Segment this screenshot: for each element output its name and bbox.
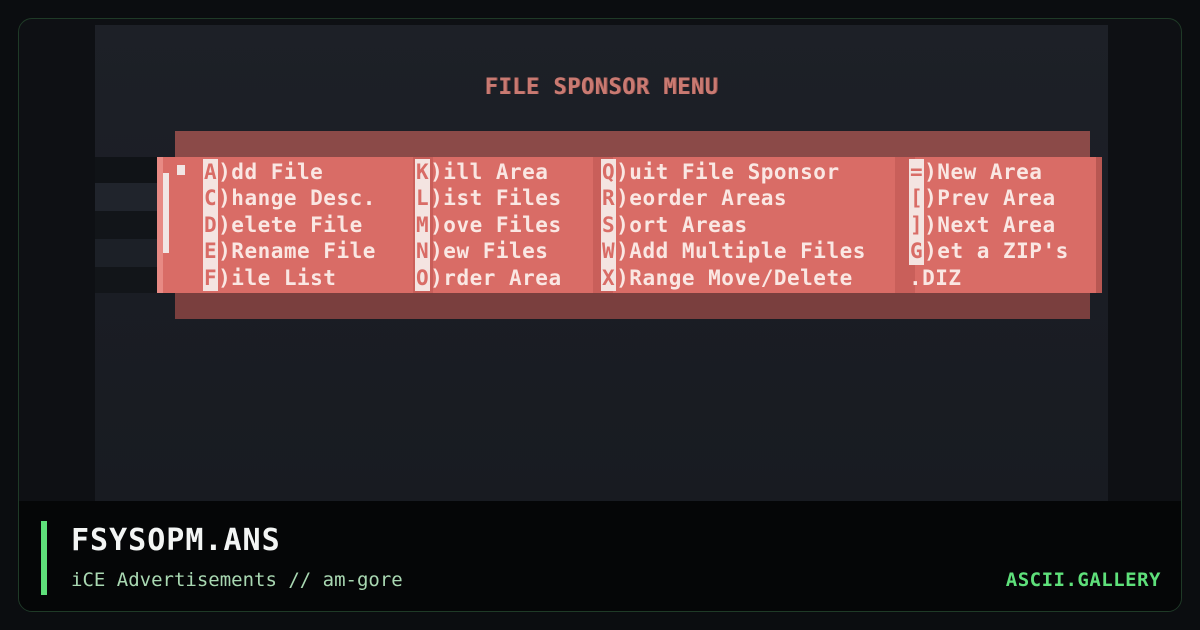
left-stripe	[95, 239, 157, 267]
menu-item-label: )Add Multiple Files	[616, 239, 866, 264]
menu-item-continuation: .DIZ	[909, 265, 1069, 291]
menu-title: FILE SPONSOR MENU	[484, 75, 719, 100]
menu-column-4: =)New Area [)Prev Area ])Next Area G)et …	[909, 159, 1069, 291]
hotkey: L	[415, 185, 431, 212]
menu-item-label: )New Area	[924, 160, 1043, 184]
left-stripe	[95, 211, 157, 239]
menu-item-label: )Next Area	[924, 212, 1056, 237]
hotkey: E	[203, 238, 219, 265]
site-brand[interactable]: ASCII.GALLERY	[1006, 569, 1161, 591]
menu-item-label: )hange Desc.	[218, 186, 376, 211]
menu-item-label: )ile List	[218, 265, 337, 290]
menu-item-label: )ill Area	[430, 160, 549, 184]
menu-item-label: )et a ZIP's	[924, 239, 1069, 264]
menu-column-1: A)dd File C)hange Desc. D)elete File E)R…	[203, 159, 376, 291]
hotkey: R	[601, 185, 617, 212]
cursor-bar	[163, 173, 169, 253]
artwork-credits: iCE Advertisements // am-gore	[71, 569, 403, 591]
ansi-screen: FILE SPONSOR MENU A)dd File C)hange Desc…	[95, 25, 1108, 501]
caption-bar: FSYSOPM.ANS iCE Advertisements // am-gor…	[19, 501, 1181, 611]
menu-item-label: )uit File Sponsor	[616, 160, 840, 184]
menu-item-label: )rder Area	[430, 265, 562, 290]
menu-item[interactable]: O)rder Area	[415, 264, 562, 291]
menu-item[interactable]: X)Range Move/Delete	[601, 264, 866, 291]
hotkey: [	[909, 185, 925, 212]
menu-item[interactable]: C)hange Desc.	[203, 185, 376, 212]
cursor-marker	[177, 165, 185, 175]
menu-item-label: )ist Files	[430, 186, 562, 211]
menu-item[interactable]: =)New Area	[909, 159, 1069, 186]
menu-column-2: K)ill Area L)ist Files M)ove Files N)ew …	[415, 159, 562, 291]
hotkey: A	[203, 159, 219, 186]
hotkey: X	[601, 264, 617, 291]
left-stripe	[95, 183, 157, 211]
hotkey: C	[203, 185, 219, 212]
hotkey: G	[909, 238, 925, 265]
hotkey: =	[909, 159, 925, 186]
hotkey: W	[601, 238, 617, 265]
accent-bar	[41, 521, 47, 595]
hotkey: M	[415, 211, 431, 239]
hotkey: F	[203, 264, 219, 291]
menu-item[interactable]: ])Next Area	[909, 211, 1069, 239]
menu-item[interactable]: Q)uit File Sponsor	[601, 159, 866, 186]
hotkey: Q	[601, 159, 617, 186]
menu-box-top-border	[175, 131, 1090, 157]
menu-item-label: )elete File	[218, 212, 363, 237]
hotkey: K	[415, 159, 431, 186]
hotkey: ]	[909, 211, 925, 239]
menu-options: A)dd File C)hange Desc. D)elete File E)R…	[203, 159, 1083, 291]
menu-item-label: )eorder Areas	[616, 186, 788, 211]
menu-item[interactable]: S)ort Areas	[601, 211, 866, 239]
menu-item[interactable]: E)Rename File	[203, 238, 376, 265]
menu-item[interactable]: D)elete File	[203, 211, 376, 239]
menu-box-bottom-border	[175, 293, 1090, 319]
menu-item[interactable]: R)eorder Areas	[601, 185, 866, 212]
left-stripe	[95, 157, 157, 183]
artwork-card: FILE SPONSOR MENU A)dd File C)hange Desc…	[18, 18, 1182, 612]
menu-item[interactable]: A)dd File	[203, 159, 376, 186]
menu-item[interactable]: W)Add Multiple Files	[601, 238, 866, 265]
menu-item[interactable]: [)Prev Area	[909, 185, 1069, 212]
hotkey: O	[415, 264, 431, 291]
hotkey: S	[601, 211, 617, 239]
menu-item-label: .DIZ	[909, 265, 962, 290]
menu-item-label: )ew Files	[430, 239, 549, 264]
menu-item-label: )dd File	[218, 160, 324, 184]
menu-item-label: )ove Files	[430, 212, 562, 237]
menu-item[interactable]: K)ill Area	[415, 159, 562, 186]
hotkey: N	[415, 238, 431, 265]
menu-item-label: )ort Areas	[616, 212, 748, 237]
menu-item[interactable]: N)ew Files	[415, 238, 562, 265]
menu-item[interactable]: F)ile List	[203, 264, 376, 291]
artwork-title: FSYSOPM.ANS	[71, 523, 281, 558]
hotkey: D	[203, 211, 219, 239]
menu-item-label: )Prev Area	[924, 186, 1056, 211]
menu-item[interactable]: G)et a ZIP's	[909, 238, 1069, 265]
left-stripe	[95, 267, 157, 293]
menu-item[interactable]: L)ist Files	[415, 185, 562, 212]
menu-item[interactable]: M)ove Files	[415, 211, 562, 239]
menu-item-label: )Range Move/Delete	[616, 265, 853, 290]
menu-column-3: Q)uit File Sponsor R)eorder Areas S)ort …	[601, 159, 866, 291]
menu-item-label: )Rename File	[218, 239, 376, 264]
